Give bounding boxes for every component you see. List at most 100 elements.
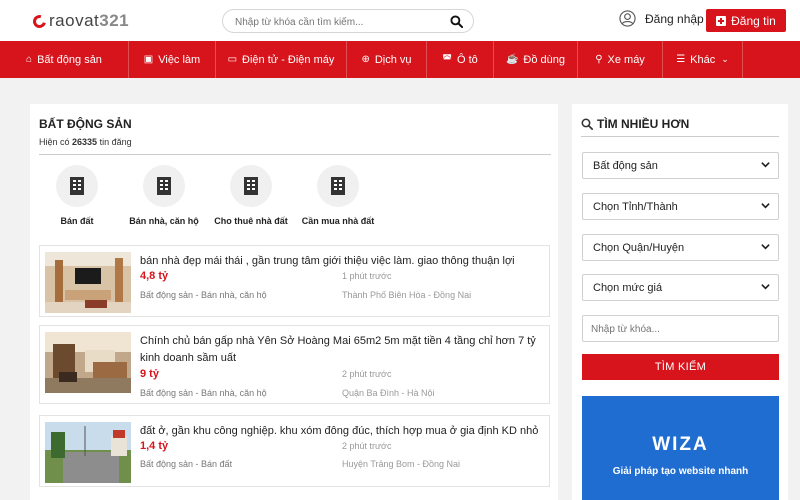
search-button[interactable]: TÌM KIẾM [582, 354, 779, 380]
keyword-box [582, 315, 779, 342]
category-label: Cho thuê nhà đất [214, 216, 288, 226]
cup-icon: ☕ [505, 54, 519, 65]
listing-photo[interactable] [45, 332, 131, 393]
nav-item-dich-vu[interactable]: ⊕ Dịch vụ [347, 41, 427, 78]
ad-banner[interactable]: WIZA Giải pháp tạo website nhanh [582, 396, 779, 500]
post-label: Đăng tin [731, 13, 776, 28]
sidebar-title-label: TÌM NHIỀU HƠN [597, 117, 690, 131]
globe-icon: ⊕ [361, 54, 370, 65]
building-icon [70, 177, 84, 195]
listing-photo[interactable] [45, 252, 131, 313]
plus-square-icon [716, 15, 727, 26]
building-icon-circle [317, 165, 359, 207]
category-cho-thue[interactable]: Cho thuê nhà đất [201, 165, 301, 226]
login-link[interactable]: Đăng nhập [619, 10, 704, 27]
section-title: BẤT ĐỘNG SẢN [39, 117, 132, 131]
select-value: Bất động sản [593, 159, 658, 172]
logo-mark-icon [30, 12, 49, 30]
category-ban-nha[interactable]: Bán nhà, căn hộ [114, 165, 214, 226]
divider [39, 154, 551, 155]
divider [581, 136, 779, 137]
banner-text: Giải pháp tạo website nhanh [612, 466, 749, 477]
logo-number: 321 [99, 11, 130, 30]
select-value: Chọn Tỉnh/Thành [593, 200, 678, 213]
category-can-mua[interactable]: Cần mua nhà đất [288, 165, 388, 226]
listing-item[interactable]: Chính chủ bán gấp nhà Yên Sở Hoàng Mai 6… [39, 325, 550, 404]
filter-sidebar: TÌM NHIỀU HƠN Bất động sản Chọn Tỉnh/Thà… [572, 104, 788, 500]
select-value: Chọn mức giá [593, 281, 663, 294]
search-icon [581, 118, 593, 130]
nav-item-khac[interactable]: ☰ Khác ⌄ [663, 41, 743, 78]
nav-label: Bất động sản [37, 53, 102, 66]
chevron-down-icon [761, 284, 770, 290]
listing-time: 2 phút trước [342, 369, 392, 379]
district-select[interactable]: Chọn Quận/Huyện [582, 234, 779, 261]
count-prefix: Hiện có [39, 137, 73, 147]
category-ban-dat[interactable]: Bán đất [27, 165, 127, 226]
listing-location: Thành Phố Biên Hòa - Đồng Nai [342, 290, 472, 300]
chevron-down-icon [761, 244, 770, 250]
monitor-icon: ▭ [227, 54, 238, 65]
nav-label: Ô tô [456, 53, 478, 66]
post-listing-button[interactable]: Đăng tin [706, 9, 786, 32]
nav-label: Dịch vụ [374, 53, 412, 66]
nav-item-dien-tu[interactable]: ▭ Điện tử - Điện máy [216, 41, 347, 78]
nav-item-o-to[interactable]: ◚ Ô tô [427, 41, 494, 78]
nav-label: Đồ dùng [523, 53, 566, 66]
list-icon: ☰ [676, 54, 686, 65]
nav-item-viec-lam[interactable]: ▣ Việc làm [129, 41, 216, 78]
listing-item[interactable]: bán nhà đẹp mái thái , gần trung tâm giớ… [39, 245, 550, 317]
listing-price: 1,4 tỷ [140, 440, 169, 452]
listing-panel: BẤT ĐỘNG SẢN Hiện có 26335 tin đăng Bán … [30, 104, 558, 500]
nav-item-bat-dong-san[interactable]: ⌂ Bất động sản [0, 41, 129, 78]
nav-label: Khác [690, 53, 716, 66]
listing-time: 2 phút trước [342, 441, 392, 451]
chevron-down-icon [761, 162, 770, 168]
nav-label: Việc làm [158, 53, 201, 66]
category-label: Bán nhà, căn hộ [129, 216, 199, 226]
category-nav: ⌂ Bất động sản ▣ Việc làm ▭ Điện tử - Điện … [0, 41, 800, 78]
search-icon[interactable] [450, 15, 463, 28]
building-icon [331, 177, 345, 195]
logo-text: raovat [49, 11, 100, 30]
count-number: 26335 [72, 137, 98, 147]
search-box [222, 9, 474, 33]
building-icon-circle [143, 165, 185, 207]
listing-title[interactable]: đất ở, gần khu công nghiệp. khu xóm đông… [140, 423, 540, 440]
listing-category: Bất động sản - Bán nhà, căn hộ [140, 290, 267, 300]
listing-category: Bất động sản - Bán nhà, căn hộ [140, 388, 267, 398]
search-input[interactable] [235, 14, 435, 30]
category-select[interactable]: Bất động sản [582, 152, 779, 179]
motorbike-icon: ⚲ [595, 54, 603, 65]
home-icon: ⌂ [26, 54, 33, 65]
briefcase-icon: ▣ [143, 54, 154, 65]
nav-item-xe-may[interactable]: ⚲ Xe máy [578, 41, 663, 78]
chevron-down-icon: ⌄ [721, 54, 729, 64]
user-icon [619, 10, 636, 27]
listing-location: Quận Ba Đình - Hà Nội [342, 388, 435, 398]
keyword-input[interactable] [591, 321, 771, 337]
count-suffix: tin đăng [97, 137, 132, 147]
nav-label: Xe máy [607, 53, 645, 66]
listing-photo[interactable] [45, 422, 131, 483]
banner-logo: WIZA [652, 434, 709, 455]
listing-price: 4,8 tỷ [140, 270, 169, 282]
listing-title[interactable]: bán nhà đẹp mái thái , gần trung tâm giớ… [140, 253, 540, 270]
building-icon [157, 177, 171, 195]
building-icon-circle [56, 165, 98, 207]
building-icon [244, 177, 258, 195]
price-select[interactable]: Chọn mức giá [582, 274, 779, 301]
nav-label: Điện tử - Điện máy [242, 53, 335, 66]
site-logo[interactable]: raovat 321 [30, 11, 130, 31]
category-label: Cần mua nhà đất [301, 216, 375, 226]
nav-item-do-dung[interactable]: ☕ Đồ dùng [494, 41, 578, 78]
province-select[interactable]: Chọn Tỉnh/Thành [582, 193, 779, 220]
listing-count: Hiện có 26335 tin đăng [39, 137, 132, 147]
category-label: Bán đất [60, 216, 94, 226]
sidebar-title: TÌM NHIỀU HƠN [581, 117, 689, 131]
select-value: Chọn Quận/Huyện [593, 241, 685, 254]
listing-title[interactable]: Chính chủ bán gấp nhà Yên Sở Hoàng Mai 6… [140, 333, 540, 367]
listing-item[interactable]: đất ở, gần khu công nghiệp. khu xóm đông… [39, 415, 550, 487]
car-icon: ◚ [442, 54, 452, 65]
listing-time: 1 phút trước [342, 271, 392, 281]
